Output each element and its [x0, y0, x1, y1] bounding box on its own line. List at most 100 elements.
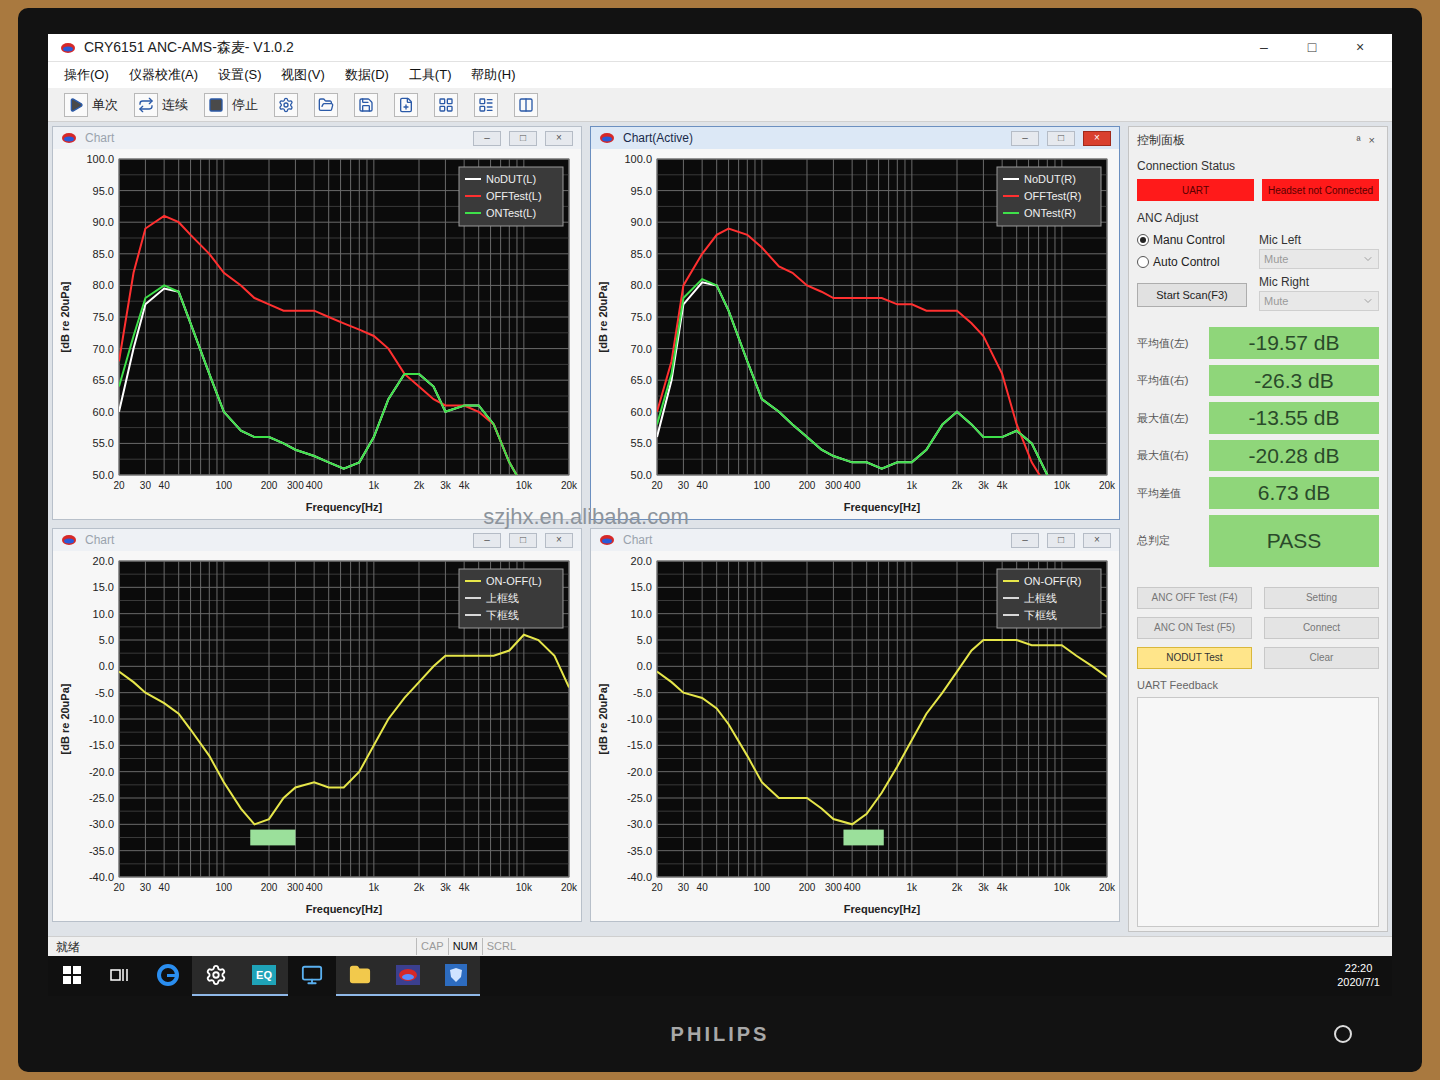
feedback-box[interactable]: [1137, 697, 1379, 927]
menu-item[interactable]: 仪器校准(A): [129, 65, 198, 85]
test-button[interactable]: ANC OFF Test (F4): [1137, 587, 1252, 609]
toolbar-button[interactable]: [310, 91, 342, 119]
chart-window[interactable]: Chart–□×100.095.090.085.080.075.070.065.…: [52, 126, 582, 520]
chart-control-button[interactable]: –: [1011, 131, 1039, 146]
grid-line: [657, 380, 1107, 381]
chart-control-button[interactable]: –: [1011, 533, 1039, 548]
window-control-button[interactable]: ×: [1340, 37, 1380, 58]
legend-swatch: [1003, 212, 1019, 214]
start-scan-button[interactable]: Start Scan(F3): [1137, 283, 1247, 307]
x-tick-label: 100: [754, 480, 771, 491]
clock[interactable]: 22:202020/7/1: [1325, 962, 1392, 990]
window-control-button[interactable]: □: [1292, 37, 1332, 58]
x-tick-label: 30: [140, 882, 152, 893]
result-row: 平均值(左)-19.57 dB: [1137, 327, 1379, 359]
legend-swatch: [465, 580, 481, 582]
panel-header-button[interactable]: ×: [1365, 132, 1379, 149]
x-tick-label: 10k: [516, 882, 533, 893]
mode-radio[interactable]: Manu Control: [1137, 231, 1247, 249]
brand-logo: PHILIPS: [671, 1019, 770, 1049]
grid-line: [657, 824, 1107, 825]
chart-control-button[interactable]: ×: [545, 131, 573, 146]
chart-control-button[interactable]: □: [1047, 533, 1075, 548]
x-tick-label: 300: [825, 882, 842, 893]
chart-control-button[interactable]: –: [473, 533, 501, 548]
menu-item[interactable]: 视图(V): [281, 65, 324, 85]
taskbar-item[interactable]: [192, 956, 240, 996]
mic-field: Mic RightMute: [1259, 273, 1379, 311]
toolbar-button[interactable]: [430, 91, 462, 119]
y-tick-label: -15.0: [89, 739, 114, 751]
chart-titlebar[interactable]: Chart–□×: [591, 529, 1119, 551]
y-tick-label: 75.0: [93, 311, 114, 323]
grid-line: [269, 561, 270, 877]
y-tick-label: 75.0: [631, 311, 652, 323]
results: 平均值(左)-19.57 dB平均值(右)-26.3 dB最大值(左)-13.5…: [1137, 327, 1379, 567]
chart-titlebar[interactable]: Chart–□×: [53, 127, 581, 149]
mode-radio[interactable]: Auto Control: [1137, 253, 1247, 271]
y-axis-title: [dB re 20uPa]: [597, 683, 609, 754]
taskbar-item[interactable]: [48, 956, 96, 996]
chart-control-button[interactable]: ×: [1083, 131, 1111, 146]
menu-item[interactable]: 操作(O): [64, 65, 109, 85]
menu-item[interactable]: 数据(D): [345, 65, 389, 85]
chart-control-button[interactable]: –: [473, 131, 501, 146]
title-bar: CRY6151 ANC-AMS-森麦- V1.0.2–□×: [48, 34, 1392, 62]
grid-line: [119, 159, 569, 160]
test-button[interactable]: Connect: [1264, 617, 1379, 639]
taskbar-item[interactable]: [288, 956, 336, 996]
toolbar-button[interactable]: [390, 91, 422, 119]
menu-item[interactable]: 设置(S): [218, 65, 261, 85]
chart-titlebar[interactable]: Chart(Active)–□×: [591, 127, 1119, 149]
taskbar-item[interactable]: [384, 956, 432, 996]
grid-line: [223, 159, 224, 475]
chart-control-button[interactable]: ×: [545, 533, 573, 548]
test-button[interactable]: ANC ON Test (F5): [1137, 617, 1252, 639]
taskbar-item[interactable]: [336, 956, 384, 996]
y-tick-label: -25.0: [89, 792, 114, 804]
grid-line: [119, 877, 569, 878]
toolbar-button[interactable]: 连续: [130, 91, 192, 119]
grid-line: [657, 850, 1107, 851]
y-tick-label: -40.0: [89, 871, 114, 883]
chart-window[interactable]: Chart–□×20.015.010.05.00.0-5.0-10.0-15.0…: [52, 528, 582, 922]
chart-titlebar[interactable]: Chart–□×: [53, 529, 581, 551]
columns-icon: [518, 97, 534, 113]
window-control-button[interactable]: –: [1244, 37, 1284, 58]
toolbar-button[interactable]: [270, 91, 302, 119]
taskbar-item[interactable]: [432, 956, 480, 996]
toolbar-button[interactable]: [470, 91, 502, 119]
chart-control-button[interactable]: ×: [1083, 533, 1111, 548]
test-button[interactable]: NODUT Test: [1137, 647, 1252, 669]
chart-control-button[interactable]: □: [509, 533, 537, 548]
taskbar-item[interactable]: EQ: [240, 956, 288, 996]
chart-control-button[interactable]: □: [509, 131, 537, 146]
grid-line: [119, 824, 569, 825]
grid-line: [657, 285, 1107, 286]
toolbar-button[interactable]: 停止: [200, 91, 262, 119]
taskbar-item[interactable]: [96, 956, 144, 996]
panel-header-button[interactable]: ª: [1352, 132, 1364, 149]
menu-item[interactable]: 工具(T): [409, 65, 452, 85]
grid-line: [419, 561, 420, 877]
x-tick-label: 40: [159, 480, 171, 491]
chevron-icon: [1362, 253, 1374, 265]
grid-line: [657, 348, 1107, 349]
legend-label: ON-OFF(L): [486, 575, 542, 587]
toolbar-button[interactable]: [350, 91, 382, 119]
chart-window[interactable]: Chart(Active)–□×100.095.090.085.080.075.…: [590, 126, 1120, 520]
grid-line: [657, 269, 1107, 270]
taskbar-item[interactable]: [144, 956, 192, 996]
chart-control-button[interactable]: □: [1047, 131, 1075, 146]
menu-item[interactable]: 帮助(H): [471, 65, 515, 85]
series-line: [657, 282, 1062, 475]
monitor-icon: [301, 964, 323, 986]
power-button[interactable]: [1334, 1025, 1352, 1043]
toolbar-button[interactable]: 单次: [60, 91, 122, 119]
grid-line: [657, 317, 1107, 318]
test-button[interactable]: Clear: [1264, 647, 1379, 669]
chart-window[interactable]: Chart–□×20.015.010.05.00.0-5.0-10.0-15.0…: [590, 528, 1120, 922]
toolbar-button[interactable]: [510, 91, 542, 119]
test-button[interactable]: Setting: [1264, 587, 1379, 609]
toolbar-label: 单次: [92, 95, 118, 115]
